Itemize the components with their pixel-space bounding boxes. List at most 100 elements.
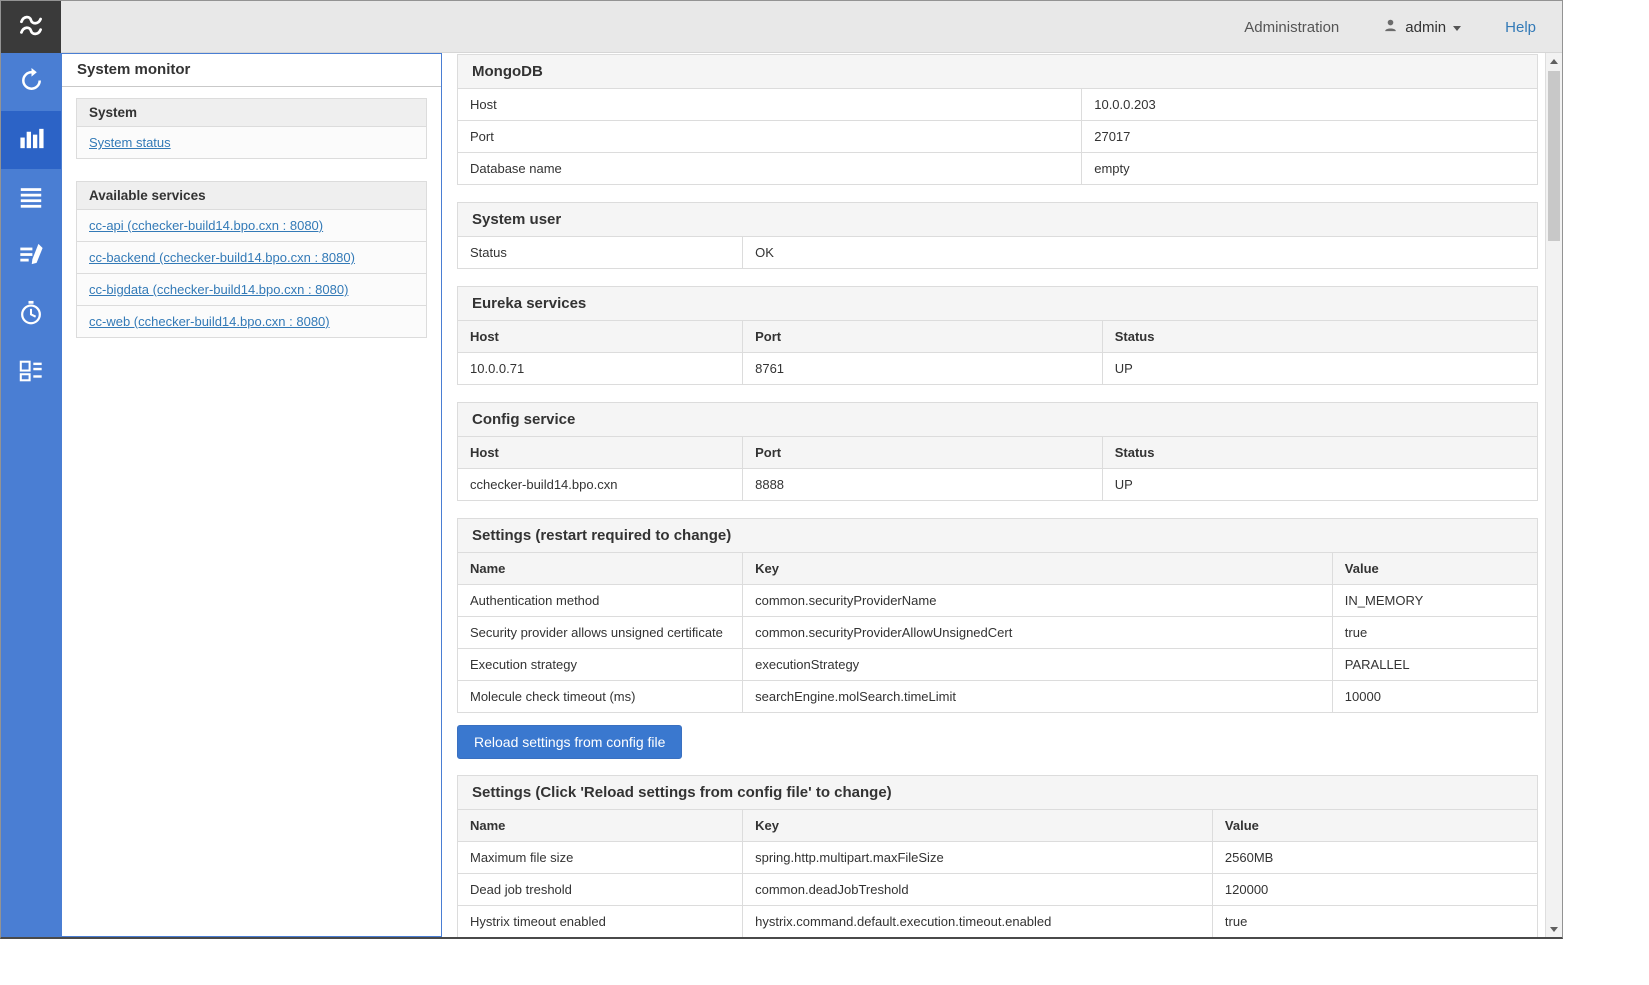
list-item: cc-backend (cchecker-build14.bpo.cxn : 8…: [77, 242, 426, 274]
cell-value: true: [1332, 617, 1537, 649]
table-row: Database name empty: [458, 153, 1538, 185]
cell-value: 120000: [1212, 874, 1537, 906]
nav-item-clock[interactable]: [1, 285, 61, 343]
cell-key: spring.http.multipart.maxFileSize: [743, 842, 1213, 874]
table-row: cchecker-build14.bpo.cxn 8888 UP: [458, 469, 1538, 501]
section-mongodb: MongoDB Host 10.0.0.203 Port 27017 Datab…: [457, 54, 1538, 185]
cell-key: searchEngine.molSearch.timeLimit: [743, 681, 1333, 713]
section-eureka-services: Eureka services Host Port Status 10.0.0.…: [457, 286, 1538, 385]
administration-link[interactable]: Administration: [1244, 19, 1339, 36]
cell-host: 10.0.0.71: [458, 353, 743, 385]
table-row: Execution strategy executionStrategy PAR…: [458, 649, 1538, 681]
service-link-cc-api[interactable]: cc-api (cchecker-build14.bpo.cxn : 8080): [89, 218, 323, 233]
cell-value: true: [1212, 906, 1537, 938]
cell-name: Dead job treshold: [458, 874, 743, 906]
list-item: cc-bigdata (cchecker-build14.bpo.cxn : 8…: [77, 274, 426, 306]
cell-key: common.deadJobTreshold: [743, 874, 1213, 906]
cell-label: Port: [458, 121, 1082, 153]
app-logo[interactable]: [1, 1, 61, 53]
list-item: cc-api (cchecker-build14.bpo.cxn : 8080): [77, 210, 426, 242]
logo-icon: [14, 9, 48, 46]
table-row: Molecule check timeout (ms) searchEngine…: [458, 681, 1538, 713]
triangle-up-icon: [1550, 59, 1558, 64]
system-status-link[interactable]: System status: [89, 135, 171, 150]
topbar: Administration admin Help: [1, 1, 1562, 53]
table-row: Security provider allows unsigned certif…: [458, 617, 1538, 649]
section-title: Config service: [457, 402, 1538, 437]
reload-settings-button[interactable]: Reload settings from config file: [457, 725, 682, 759]
nav-item-system-monitor[interactable]: [1, 111, 61, 169]
main-content: MongoDB Host 10.0.0.203 Port 27017 Datab…: [443, 53, 1545, 937]
section-title: MongoDB: [457, 54, 1538, 89]
header-cell: Value: [1332, 553, 1537, 585]
user-name: admin: [1405, 19, 1446, 36]
table-row: Status OK: [458, 237, 1538, 269]
table-row: Host 10.0.0.203: [458, 89, 1538, 121]
cell-key: common.securityProviderAllowUnsignedCert: [743, 617, 1333, 649]
cell-name: Execution strategy: [458, 649, 743, 681]
cell-value: PARALLEL: [1332, 649, 1537, 681]
cell-key: common.securityProviderName: [743, 585, 1333, 617]
header-cell: Status: [1102, 437, 1537, 469]
cell-value: 2560MB: [1212, 842, 1537, 874]
list-item: System status: [77, 127, 426, 158]
table-row: Maximum file size spring.http.multipart.…: [458, 842, 1538, 874]
table-header-row: Name Key Value: [458, 553, 1538, 585]
section-settings-reload: Settings (Click 'Reload settings from co…: [457, 775, 1538, 937]
available-services-group: Available services cc-api (cchecker-buil…: [76, 181, 427, 338]
section-settings-restart: Settings (restart required to change) Na…: [457, 518, 1538, 713]
header-cell: Key: [743, 810, 1213, 842]
table-header-row: Host Port Status: [458, 437, 1538, 469]
cell-key: executionStrategy: [743, 649, 1333, 681]
cell-name: Security provider allows unsigned certif…: [458, 617, 743, 649]
table-row: 10.0.0.71 8761 UP: [458, 353, 1538, 385]
nav-item-dashboard[interactable]: [1, 343, 61, 401]
settings-restart-table: Name Key Value Authentication method com…: [457, 552, 1538, 713]
header-cell: Port: [743, 437, 1103, 469]
header-cell: Name: [458, 553, 743, 585]
cell-name: Maximum file size: [458, 842, 743, 874]
scroll-up-button[interactable]: [1546, 53, 1562, 69]
task-list-icon: [18, 242, 44, 271]
service-link-cc-web[interactable]: cc-web (cchecker-build14.bpo.cxn : 8080): [89, 314, 330, 329]
clock-icon: [18, 300, 44, 329]
help-link[interactable]: Help: [1505, 19, 1536, 36]
side-nav: [1, 53, 61, 937]
scroll-thumb[interactable]: [1548, 71, 1560, 241]
header-cell: Name: [458, 810, 743, 842]
refresh-icon: [18, 67, 45, 97]
section-title: System user: [457, 202, 1538, 237]
section-title: Settings (Click 'Reload settings from co…: [457, 775, 1538, 810]
app-window: Administration admin Help: [0, 0, 1563, 939]
cell-status: UP: [1102, 353, 1537, 385]
vertical-scrollbar[interactable]: [1545, 53, 1562, 937]
topbar-actions: Administration admin Help: [1244, 1, 1536, 53]
triangle-down-icon: [1550, 927, 1558, 932]
service-link-cc-backend[interactable]: cc-backend (cchecker-build14.bpo.cxn : 8…: [89, 250, 355, 265]
header-cell: Value: [1212, 810, 1537, 842]
list-item: cc-web (cchecker-build14.bpo.cxn : 8080): [77, 306, 426, 337]
nav-item-tasks[interactable]: [1, 227, 61, 285]
section-config-service: Config service Host Port Status cchecker…: [457, 402, 1538, 501]
panel-title: System monitor: [62, 54, 441, 87]
system-user-table: Status OK: [457, 236, 1538, 269]
section-title: Settings (restart required to change): [457, 518, 1538, 553]
cell-name: Molecule check timeout (ms): [458, 681, 743, 713]
service-link-cc-bigdata[interactable]: cc-bigdata (cchecker-build14.bpo.cxn : 8…: [89, 282, 348, 297]
cell-key: hystrix.command.default.execution.timeou…: [743, 906, 1213, 938]
cell-value: empty: [1082, 153, 1538, 185]
caret-down-icon: [1453, 26, 1461, 31]
cell-label: Host: [458, 89, 1082, 121]
table-row: Authentication method common.securityPro…: [458, 585, 1538, 617]
table-header-row: Host Port Status: [458, 321, 1538, 353]
user-menu[interactable]: admin: [1383, 18, 1461, 37]
cell-value: IN_MEMORY: [1332, 585, 1537, 617]
table-row: Hystrix timeout enabled hystrix.command.…: [458, 906, 1538, 938]
dashboard-icon: [18, 358, 44, 387]
scroll-down-button[interactable]: [1546, 921, 1562, 937]
settings-reload-table: Name Key Value Maximum file size spring.…: [457, 809, 1538, 937]
header-cell: Key: [743, 553, 1333, 585]
nav-item-refresh[interactable]: [1, 53, 61, 111]
bar-chart-icon: [18, 125, 45, 155]
nav-item-list[interactable]: [1, 169, 61, 227]
